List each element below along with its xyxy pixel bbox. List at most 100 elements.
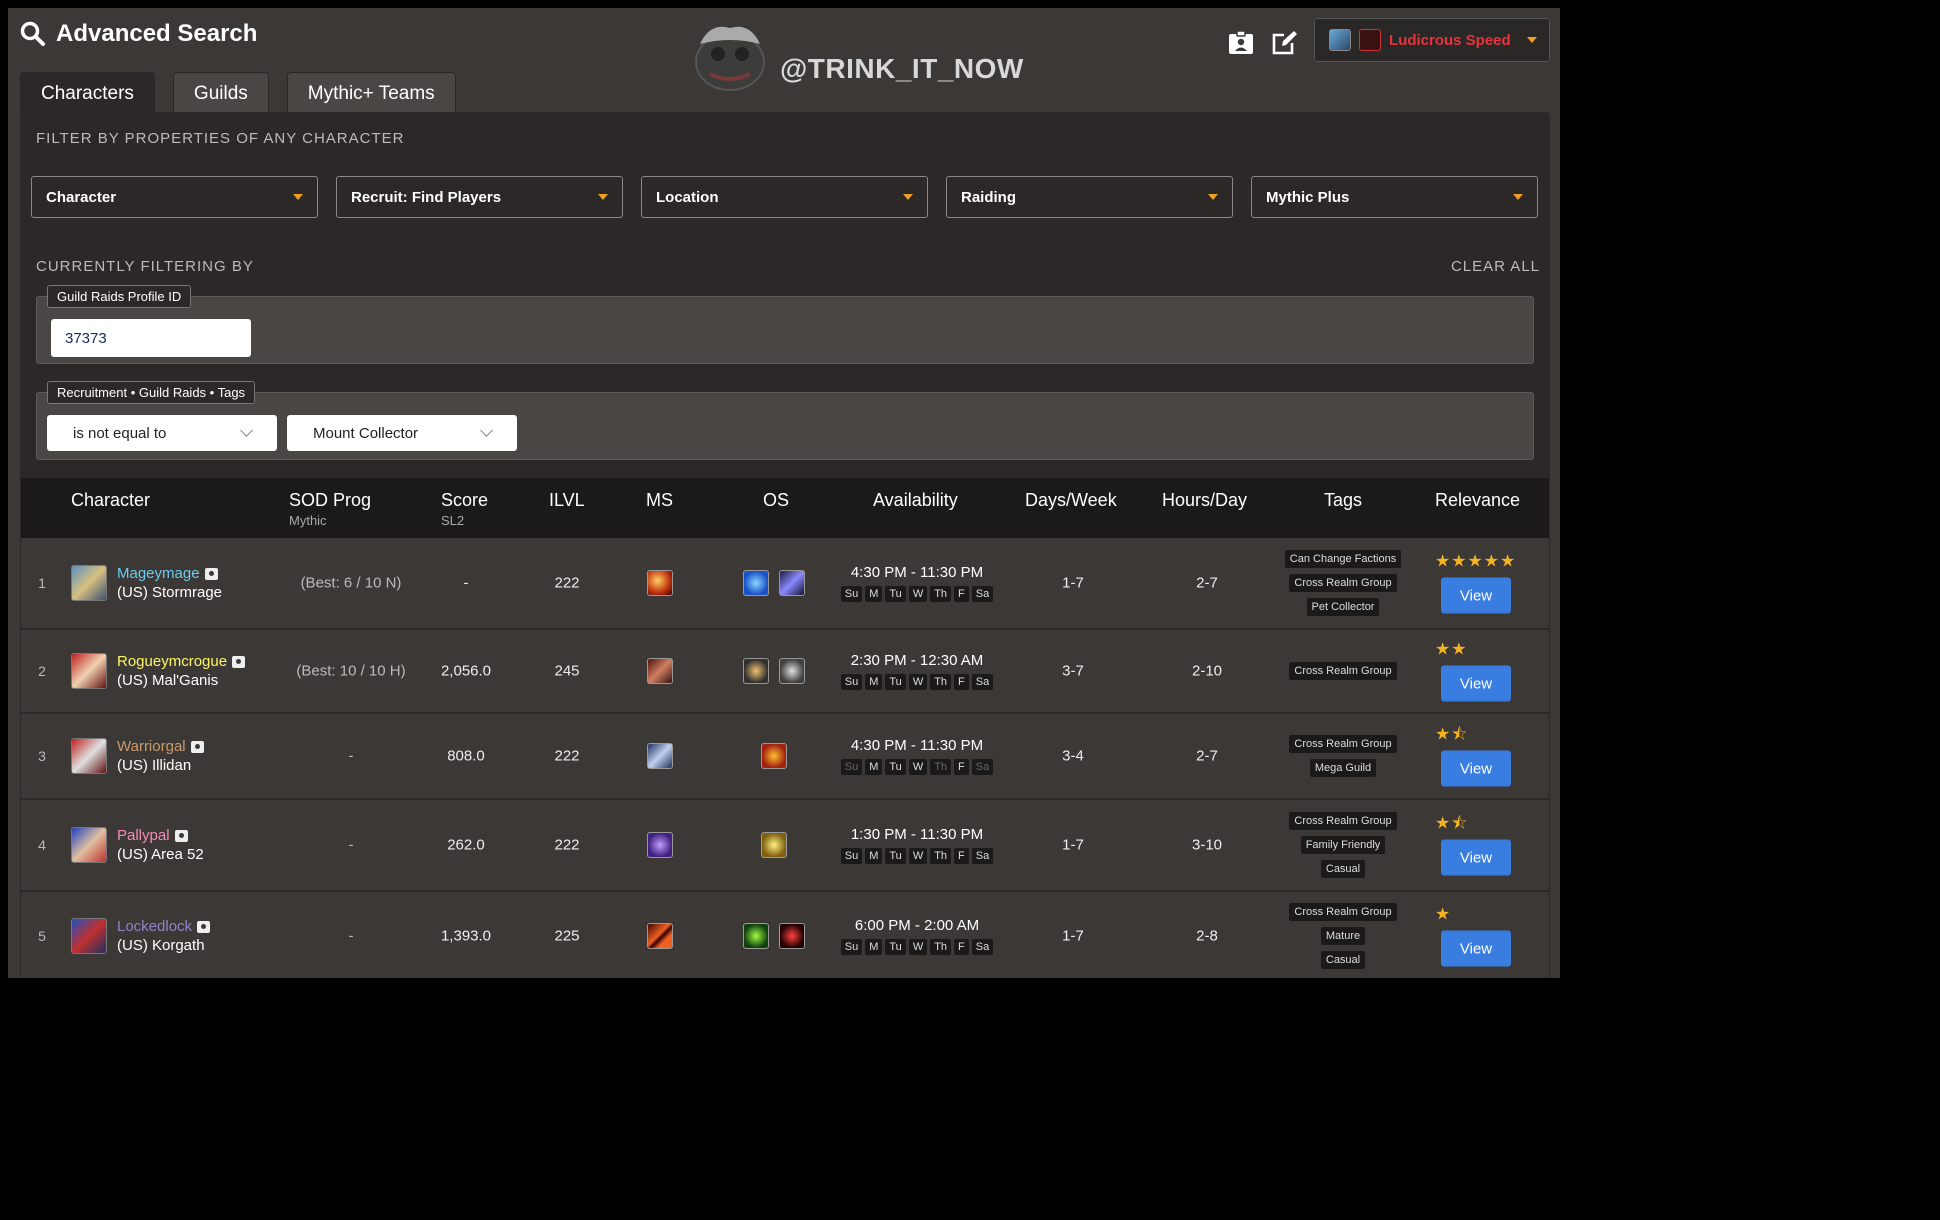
frog-logo-icon [695, 26, 765, 91]
chevron-down-icon [240, 424, 253, 437]
col-hours-day[interactable]: Hours/Day [1162, 490, 1247, 511]
col-ms[interactable]: MS [646, 490, 673, 511]
character-realm: (US) Stormrage [117, 584, 223, 601]
filter-character-dropdown[interactable]: Character [31, 176, 318, 218]
filter-raiding-dropdown[interactable]: Raiding [946, 176, 1233, 218]
tab-characters[interactable]: Characters [20, 72, 155, 114]
day-badge: Sa [971, 848, 994, 864]
days-per-week: 1-7 [1062, 927, 1084, 945]
character-info: Pallypal (US) Area 52 [117, 827, 204, 863]
table-row[interactable]: 3 Warriorgal (US) Illidan - 808.0 222 4:30 PM … [21, 714, 1549, 800]
account-label: Ludicrous Speed [1389, 31, 1511, 49]
day-badge: Th [930, 586, 952, 602]
table-row[interactable]: 5 Lockedlock (US) Korgath - 1,393.0 225 6:00 P… [21, 892, 1549, 978]
col-relevance[interactable]: Relevance [1435, 490, 1520, 511]
character-name[interactable]: Rogueymcrogue [117, 653, 246, 670]
tag-value-select[interactable]: Mount Collector [287, 415, 517, 451]
filter-location-dropdown[interactable]: Location [641, 176, 928, 218]
col-tags[interactable]: Tags [1324, 490, 1362, 511]
col-sod-prog[interactable]: SOD Prog Mythic [289, 490, 371, 528]
row-index: 3 [38, 748, 46, 764]
character-name[interactable]: Lockedlock [117, 918, 211, 935]
character-cell[interactable]: Rogueymcrogue (US) Mal'Ganis [71, 653, 246, 689]
character-name[interactable]: Pallypal [117, 827, 204, 844]
chevron-down-icon [293, 194, 303, 200]
current-filters-heading: CURRENTLY FILTERING BY [36, 258, 254, 275]
day-badge: Tu [885, 674, 906, 690]
view-button[interactable]: View [1441, 930, 1511, 967]
id-card-icon[interactable] [197, 920, 211, 933]
character-name[interactable]: Mageymage [117, 565, 222, 582]
tag-badge: Pet Collector [1306, 598, 1380, 616]
ilvl-value: 222 [554, 836, 580, 854]
col-availability[interactable]: Availability [873, 490, 958, 511]
view-button[interactable]: View [1441, 577, 1511, 614]
view-button[interactable]: View [1441, 839, 1511, 876]
id-card-icon[interactable] [204, 567, 218, 580]
tab-guilds[interactable]: Guilds [172, 72, 269, 114]
character-name-text[interactable]: Lockedlock [117, 918, 192, 935]
day-list: Su M Tu W Th F Sa [837, 848, 997, 864]
id-card-icon[interactable] [190, 740, 204, 753]
hours-per-day: 2-8 [1196, 927, 1218, 945]
availability-time: 6:00 PM - 2:00 AM [854, 917, 980, 934]
col-sublabel: Mythic [289, 513, 327, 528]
tag-badge: Casual [1320, 860, 1366, 878]
character-name-text[interactable]: Mageymage [117, 565, 200, 582]
profile-id-filter: Guild Raids Profile ID 37373 [36, 285, 1534, 364]
tag-list: Cross Realm Group [1283, 662, 1403, 680]
tag-badge: Can Change Factions [1284, 550, 1402, 568]
view-button[interactable]: View [1441, 750, 1511, 787]
character-avatar [71, 565, 107, 601]
operator-select[interactable]: is not equal to [47, 415, 277, 451]
clear-all-button[interactable]: CLEAR ALL [1451, 258, 1540, 275]
filter-recruit-dropdown[interactable]: Recruit: Find Players [336, 176, 623, 218]
account-selector[interactable]: Ludicrous Speed [1314, 18, 1550, 62]
filter-mythic-plus-dropdown[interactable]: Mythic Plus [1251, 176, 1538, 218]
day-list: Su M Tu W Th F Sa [837, 759, 997, 775]
tag-list: Cross Realm Group Mega Guild [1283, 735, 1403, 777]
chevron-down-icon [598, 194, 608, 200]
availability-time: 4:30 PM - 11:30 PM [850, 564, 984, 581]
table-row[interactable]: 2 Rogueymcrogue (US) Mal'Ganis (Best: 10 / … [21, 630, 1549, 714]
character-cell[interactable]: Lockedlock (US) Korgath [71, 918, 211, 954]
col-character[interactable]: Character [71, 490, 150, 511]
character-cell[interactable]: Pallypal (US) Area 52 [71, 827, 204, 863]
sod-progress: (Best: 6 / 10 N) [300, 574, 402, 592]
off-spec-icon [779, 570, 805, 596]
main-spec-icon [647, 570, 673, 596]
star-rating: ★★★★★ [1435, 551, 1517, 571]
day-badge: Th [930, 674, 952, 690]
character-cell[interactable]: Mageymage (US) Stormrage [71, 565, 222, 601]
brand-watermark: @TRINK_IT_NOW [690, 18, 1024, 94]
col-score[interactable]: Score SL2 [441, 490, 488, 528]
character-name-text[interactable]: Rogueymcrogue [117, 653, 227, 670]
character-name[interactable]: Warriorgal [117, 738, 204, 755]
profile-id-input[interactable]: 37373 [51, 319, 251, 357]
day-badge: Th [930, 939, 952, 955]
tag-badge: Cross Realm Group [1289, 574, 1397, 592]
col-os[interactable]: OS [763, 490, 789, 511]
col-days-week[interactable]: Days/Week [1025, 490, 1117, 511]
id-card-icon[interactable] [1226, 28, 1256, 58]
view-button[interactable]: View [1441, 665, 1511, 702]
brand-text: @TRINK_IT_NOW [780, 53, 1024, 84]
table-row[interactable]: 4 Pallypal (US) Area 52 - 262.0 222 1:30 PM - … [21, 800, 1549, 892]
character-name-text[interactable]: Pallypal [117, 827, 170, 844]
ilvl-value: 245 [554, 662, 580, 680]
tag-badge: Cross Realm Group [1289, 735, 1397, 753]
tab-mythic-teams[interactable]: Mythic+ Teams [286, 72, 456, 114]
character-name-text[interactable]: Warriorgal [117, 738, 186, 755]
character-cell[interactable]: Warriorgal (US) Illidan [71, 738, 204, 774]
id-card-icon[interactable] [174, 829, 188, 842]
chevron-down-icon [1208, 194, 1218, 200]
table-row[interactable]: 1 Mageymage (US) Stormrage (Best: 6 / 10 N)… [21, 538, 1549, 630]
main-spec-icon [647, 658, 673, 684]
availability-time: 2:30 PM - 12:30 AM [850, 652, 984, 669]
days-per-week: 1-7 [1062, 574, 1084, 592]
day-badge: W [908, 848, 928, 864]
edit-icon[interactable] [1270, 28, 1300, 58]
col-ilvl[interactable]: ILVL [549, 490, 585, 511]
id-card-icon[interactable] [232, 655, 246, 668]
app-frame: Advanced Search @TRINK_IT_NOW Ludicrous … [8, 8, 1560, 978]
